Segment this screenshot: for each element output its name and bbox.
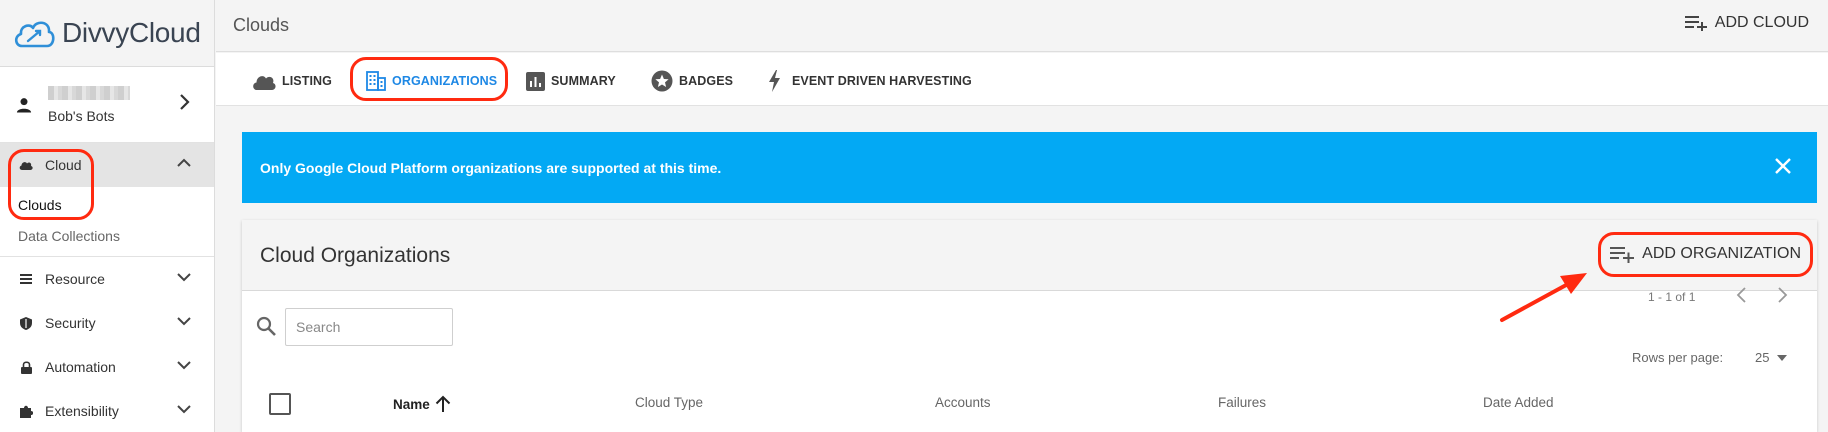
card-title: Cloud Organizations (260, 244, 451, 267)
add-organization-label: ADD ORGANIZATION (1642, 245, 1801, 262)
chevron-right-icon[interactable] (1775, 285, 1789, 305)
org-name: Bob's Bots (48, 107, 115, 124)
cloud-organizations-card: Cloud Organizations ADD ORGANIZATION 1 -… (242, 220, 1817, 432)
search-icon (256, 316, 276, 336)
cloud-icon (253, 75, 276, 90)
app-name: DivvyCloud (62, 17, 201, 48)
playlist-add-icon (1684, 16, 1707, 31)
top-bar: Clouds ADD CLOUD (216, 0, 1828, 52)
person-icon (16, 97, 32, 112)
card-header: Cloud Organizations ADD ORGANIZATION (242, 220, 1817, 291)
rows-per-page-select[interactable]: 25 (1755, 350, 1788, 365)
page-title: Clouds (233, 15, 290, 35)
nav-automation-label: Automation (45, 359, 116, 375)
tab-organizations-label: ORGANIZATIONS (392, 74, 498, 88)
sidebar-item-data-collections[interactable]: Data Collections (0, 220, 214, 251)
playlist-add-icon (1610, 246, 1635, 263)
tab-summary[interactable]: SUMMARY (526, 67, 616, 95)
tab-badges-label: BADGES (679, 74, 734, 88)
tab-summary-label: SUMMARY (551, 74, 616, 88)
tab-event-driven-harvesting[interactable]: EVENT DRIVEN HARVESTING (764, 67, 972, 95)
nav-automation-header[interactable]: Automation (0, 345, 214, 389)
nav-resource-label: Resource (45, 271, 105, 287)
chevron-down-icon[interactable] (176, 315, 192, 327)
tab-badges[interactable]: BADGES (651, 67, 733, 95)
puzzle-icon (19, 404, 33, 418)
shield-icon (19, 316, 33, 330)
column-accounts[interactable]: Accounts (935, 395, 991, 410)
add-organization-button[interactable]: ADD ORGANIZATION (1610, 245, 1801, 263)
user-switcher[interactable]: Bob's Bots (0, 67, 214, 143)
nav-security-label: Security (45, 315, 96, 331)
nav-group-resource: Resource (0, 257, 214, 301)
sidebar: DivvyCloud Bob's Bots Cloud Clouds Data … (0, 0, 215, 432)
nav-group-security: Security (0, 301, 214, 345)
nav-group-cloud: Cloud Clouds Data Collections (0, 143, 214, 257)
cloud-icon (19, 158, 33, 172)
chevron-up-icon[interactable] (176, 157, 192, 169)
lightning-icon (769, 70, 780, 92)
column-name-label: Name (393, 396, 430, 412)
info-banner: Only Google Cloud Platform organizations… (242, 132, 1817, 203)
nav-cloud-header[interactable]: Cloud (0, 143, 214, 187)
column-date-added[interactable]: Date Added (1483, 395, 1554, 410)
add-cloud-label: ADD CLOUD (1714, 14, 1809, 31)
nav-cloud-label: Cloud (45, 157, 82, 173)
chevron-down-icon[interactable] (176, 403, 192, 415)
nav-extensibility-label: Extensibility (45, 403, 119, 419)
list-icon (19, 272, 33, 286)
rows-per-page-value: 25 (1755, 350, 1770, 365)
tab-bar: LISTING ORGANIZATIONS SUMMARY BADGES EVE… (216, 53, 1828, 106)
column-name[interactable]: Name (393, 395, 452, 413)
app-logo[interactable]: DivvyCloud (0, 0, 214, 67)
caret-down-icon (1777, 354, 1788, 361)
select-all-checkbox[interactable] (269, 393, 291, 415)
nav-resource-header[interactable]: Resource (0, 257, 214, 301)
close-icon[interactable] (1773, 156, 1793, 176)
chevron-right-icon[interactable] (178, 93, 192, 111)
tab-listing[interactable]: LISTING (252, 67, 332, 95)
user-name-redacted (48, 85, 130, 100)
lock-icon (19, 360, 33, 374)
sidebar-item-clouds[interactable]: Clouds (0, 189, 214, 220)
nav-security-header[interactable]: Security (0, 301, 214, 345)
nav-extensibility-header[interactable]: Extensibility (0, 389, 214, 432)
tab-listing-label: LISTING (282, 74, 333, 88)
star-badge-icon (651, 70, 673, 92)
divvycloud-logo-icon (14, 21, 55, 48)
bar-chart-icon (526, 71, 545, 91)
table-header: Name Cloud Type Accounts Failures Date A… (242, 375, 1817, 432)
tab-event-driven-harvesting-label: EVENT DRIVEN HARVESTING (792, 74, 972, 88)
search-input[interactable] (285, 308, 453, 346)
nav-group-extensibility: Extensibility (0, 389, 214, 432)
add-cloud-button[interactable]: ADD CLOUD (1684, 14, 1809, 32)
chevron-down-icon[interactable] (176, 271, 192, 283)
chevron-down-icon[interactable] (176, 359, 192, 371)
arrow-up-icon (435, 395, 450, 412)
column-failures[interactable]: Failures (1218, 395, 1266, 410)
pagination-range: 1 - 1 of 1 (1648, 290, 1696, 304)
tab-organizations[interactable]: ORGANIZATIONS (366, 67, 497, 95)
column-cloud-type[interactable]: Cloud Type (635, 395, 703, 410)
nav-group-automation: Automation (0, 345, 214, 389)
info-banner-text: Only Google Cloud Platform organizations… (260, 160, 722, 176)
rows-per-page-label: Rows per page: (1632, 350, 1724, 365)
building-icon (366, 71, 386, 91)
chevron-left-icon[interactable] (1735, 285, 1749, 305)
